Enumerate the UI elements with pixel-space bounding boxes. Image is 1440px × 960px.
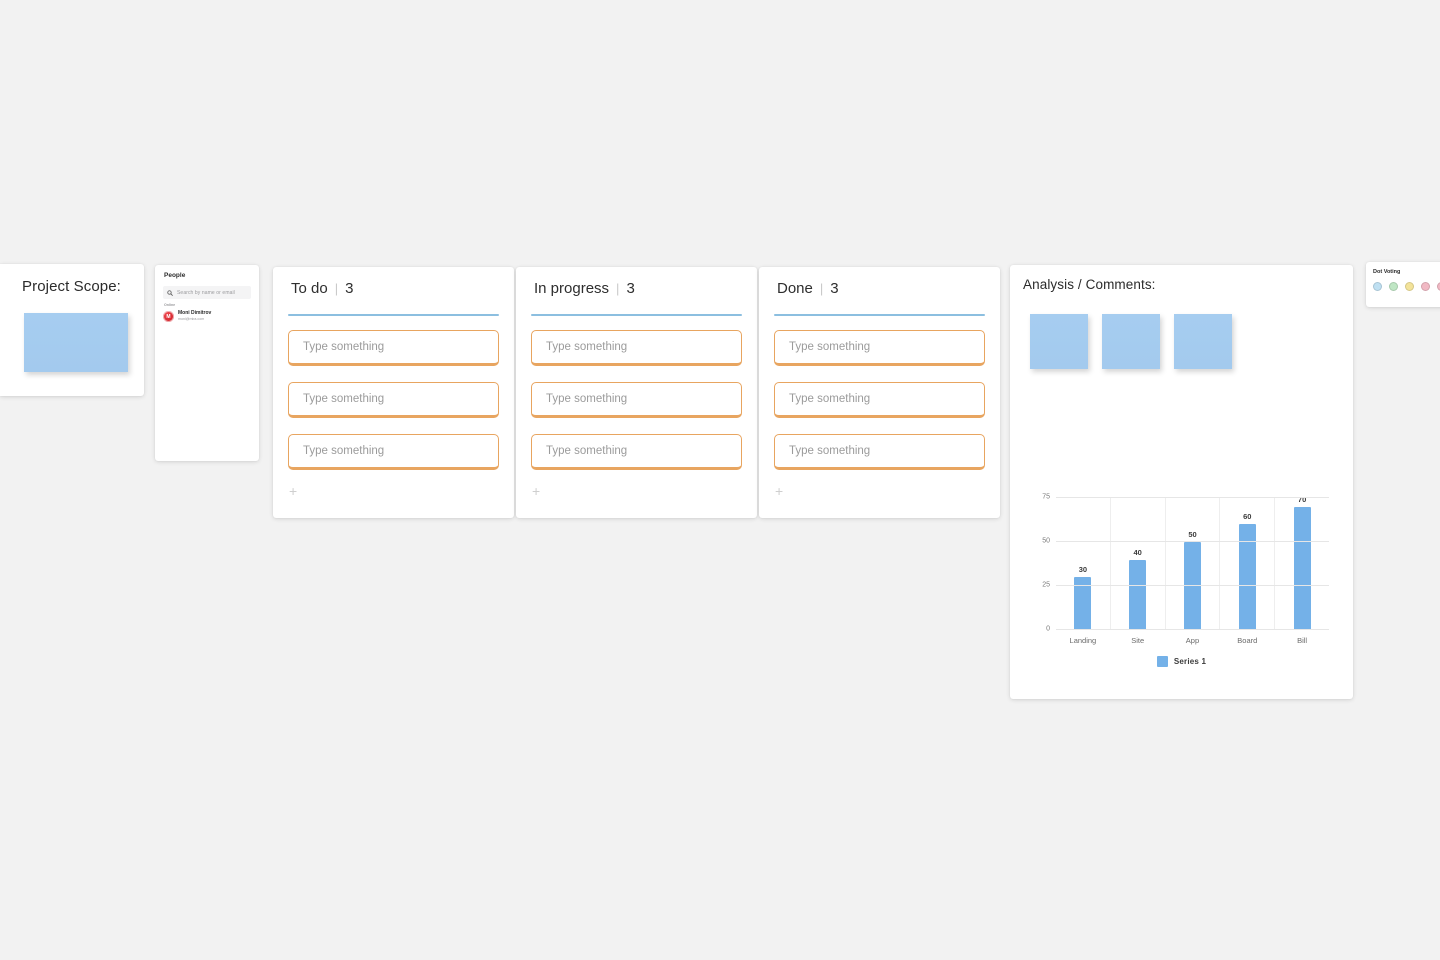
project-scope-panel: Project Scope:	[0, 264, 144, 396]
column-title: Done	[777, 280, 813, 297]
chart-bar-slot: 70 Bill	[1275, 495, 1329, 645]
analysis-title: Analysis / Comments:	[1023, 277, 1156, 292]
chart-plot-area: 30 Landing 40 Site 50 App 60 Board 70 Bill 0 25 50 7…	[1042, 494, 1329, 645]
card-input[interactable]: Type something	[774, 382, 985, 418]
column-accent-rule	[288, 314, 499, 316]
board-canvas: Project Scope: People Search by name or …	[0, 0, 1440, 960]
chart-bar-slot: 30 Landing	[1056, 498, 1111, 645]
add-card-button[interactable]: +	[775, 484, 783, 498]
chart-x-tick-label: Site	[1131, 636, 1145, 645]
bar-chart: 30 Landing 40 Site 50 App 60 Board 70 Bill 0 25 50 7…	[1024, 490, 1339, 675]
sticky-note[interactable]	[1174, 314, 1232, 369]
people-panel: People Search by name or email Online M …	[155, 265, 259, 461]
chart-y-tick-label: 50	[1042, 537, 1050, 545]
chart-gridline: 75	[1042, 494, 1329, 501]
chart-bars: 30 Landing 40 Site 50 App 60 Board 70 Bill	[1056, 495, 1329, 645]
dot-voting-dot-pink[interactable]	[1421, 282, 1430, 291]
card-input[interactable]: Type something	[288, 434, 499, 470]
card-input[interactable]: Type something	[531, 330, 742, 366]
dot-voting-panel: Dot Voting	[1366, 262, 1440, 307]
dot-voting-dot-blue[interactable]	[1373, 282, 1382, 291]
chart-gridline: 50	[1042, 538, 1329, 545]
avatar: M	[163, 311, 174, 322]
analysis-comments-panel: Analysis / Comments: 30 Landing 40 Site 50 Ap…	[1010, 265, 1353, 699]
add-card-button[interactable]: +	[289, 484, 297, 498]
card-input[interactable]: Type something	[531, 382, 742, 418]
board-column-to-do: To do | 3 Type something Type something …	[273, 267, 514, 518]
board-column-in-progress: In progress | 3 Type something Type some…	[516, 267, 757, 518]
dot-voting-dot-green[interactable]	[1389, 282, 1398, 291]
chart-bar[interactable]	[1129, 559, 1147, 630]
column-header: In progress | 3	[534, 280, 635, 297]
person-name: Moni Dimitrov	[178, 310, 212, 317]
column-header: Done | 3	[777, 280, 839, 297]
people-group-label: Online	[164, 303, 176, 307]
add-card-button[interactable]: +	[532, 484, 540, 498]
people-panel-title: People	[164, 272, 186, 279]
chart-bar[interactable]	[1183, 542, 1201, 630]
chart-legend: Series 1	[1024, 656, 1339, 667]
column-count: 3	[830, 280, 839, 297]
chart-x-tick-label: App	[1185, 636, 1200, 645]
dot-voting-palette	[1373, 282, 1440, 291]
chart-gridline: 0	[1046, 626, 1329, 633]
chart-bar-value-label: 60	[1243, 512, 1252, 522]
column-title: To do	[291, 280, 328, 297]
column-title: In progress	[534, 280, 610, 297]
people-search-placeholder: Search by name or email	[177, 289, 235, 296]
chart-y-tick-label: 0	[1046, 625, 1050, 633]
list-item[interactable]: M Moni Dimitrov moni@mira.com	[163, 311, 211, 322]
card-input[interactable]: Type something	[288, 330, 499, 366]
chart-bar-slot: 60 Board	[1220, 498, 1276, 645]
board-column-done: Done | 3 Type something Type something T…	[759, 267, 1000, 518]
card-input[interactable]: Type something	[774, 434, 985, 470]
chart-bar[interactable]	[1293, 506, 1311, 630]
column-separator: |	[616, 281, 620, 296]
column-accent-rule	[531, 314, 742, 316]
chart-bar-slot: 40 Site	[1111, 498, 1166, 645]
analysis-sticky-group	[1030, 314, 1232, 369]
chart-x-tick-label: Landing	[1069, 636, 1097, 645]
chart-x-tick-label: Bill	[1297, 636, 1308, 645]
chart-bar-value-label: 50	[1188, 530, 1197, 540]
column-separator: |	[819, 281, 824, 296]
card-input[interactable]: Type something	[288, 382, 499, 418]
column-separator: |	[334, 281, 339, 296]
chart-y-tick-label: 25	[1042, 581, 1050, 589]
people-search-field[interactable]: Search by name or email	[163, 286, 251, 299]
sticky-note[interactable]	[1030, 314, 1088, 369]
project-scope-title: Project Scope:	[22, 278, 121, 295]
sticky-note[interactable]	[1102, 314, 1160, 369]
search-icon	[167, 289, 173, 296]
chart-x-tick-label: Board	[1237, 636, 1258, 645]
card-input[interactable]: Type something	[774, 330, 985, 366]
column-count: 3	[345, 280, 354, 297]
chart-bar-value-label: 30	[1078, 565, 1088, 575]
chart-bar-slot: 50 App	[1166, 498, 1221, 645]
dot-voting-title: Dot Voting	[1373, 269, 1401, 275]
chart-gridline: 25	[1042, 582, 1329, 589]
project-scope-sticky-note[interactable]	[24, 313, 128, 372]
column-count: 3	[626, 280, 635, 297]
chart-bar-value-label: 40	[1133, 547, 1142, 557]
legend-label: Series 1	[1173, 657, 1207, 666]
chart-y-tick-label: 75	[1042, 493, 1050, 501]
person-email: moni@mira.com	[178, 316, 205, 321]
column-header: To do | 3	[291, 280, 353, 297]
column-accent-rule	[774, 314, 985, 316]
card-input[interactable]: Type something	[531, 434, 742, 470]
dot-voting-dot-yellow[interactable]	[1405, 282, 1414, 291]
legend-swatch	[1156, 656, 1168, 667]
